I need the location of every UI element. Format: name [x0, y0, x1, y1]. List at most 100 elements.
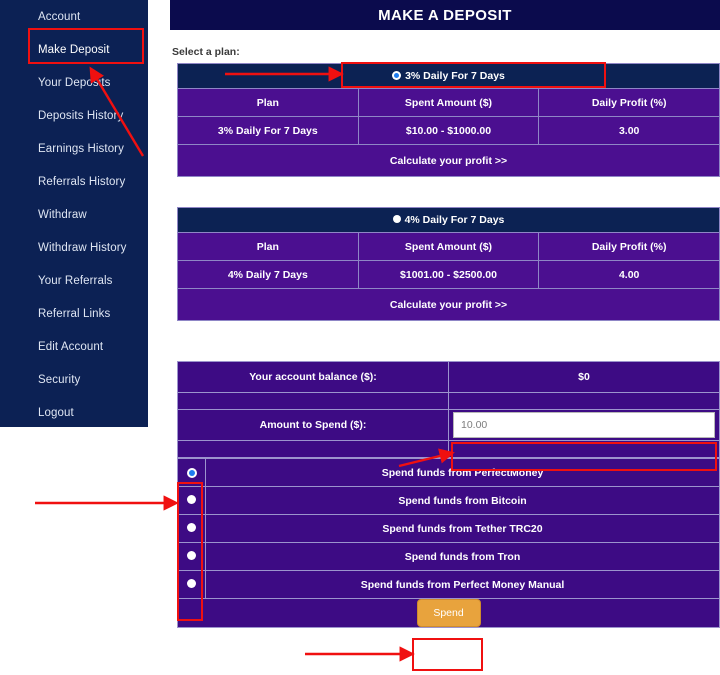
sidebar-item-label: Withdraw History: [38, 241, 127, 254]
spacer-cell: [448, 440, 720, 458]
payment-methods-table: Spend funds from PerfectMoney Spend fund…: [177, 458, 720, 628]
sidebar: Account Make Deposit Your Deposits Depos…: [0, 0, 148, 427]
calculate-profit-row-1[interactable]: Calculate your profit >>: [177, 144, 720, 177]
sidebar-item-label: Account: [38, 10, 81, 23]
plan-name-2: 4% Daily 7 Days: [177, 260, 359, 289]
payment-label-perfect-money-manual[interactable]: Spend funds from Perfect Money Manual: [205, 570, 720, 599]
column-header-daily-profit: Daily Profit (%): [538, 232, 720, 261]
sidebar-item-label: Your Referrals: [38, 274, 113, 287]
plan-columns-row-2: Plan Spent Amount ($) Daily Profit (%): [177, 232, 720, 261]
sidebar-item-referral-links[interactable]: Referral Links: [0, 297, 148, 330]
list-item[interactable]: Spend funds from Perfect Money Manual: [177, 570, 720, 599]
payment-label-perfectmoney[interactable]: Spend funds from PerfectMoney: [205, 458, 720, 487]
payment-radio-cell-perfectmoney[interactable]: [177, 458, 206, 487]
account-balance-label: Your account balance ($):: [177, 361, 449, 393]
plan-selector-row-2[interactable]: 4% Daily For 7 Days: [177, 207, 720, 233]
plan-daily-profit-2: 4.00: [538, 260, 720, 289]
sidebar-item-label: Earnings History: [38, 142, 124, 155]
page-title-text: MAKE A DEPOSIT: [378, 6, 512, 24]
sidebar-item-earnings-history[interactable]: Earnings History: [0, 132, 148, 165]
amount-to-spend-label: Amount to Spend ($):: [177, 409, 449, 441]
sidebar-item-label: Deposits History: [38, 109, 124, 122]
sidebar-item-label: Make Deposit: [38, 43, 110, 56]
amount-input[interactable]: [453, 412, 715, 438]
column-header-spent-amount: Spent Amount ($): [357, 232, 540, 261]
plan-spent-amount-1: $10.00 - $1000.00: [357, 116, 540, 145]
payment-label-bitcoin[interactable]: Spend funds from Bitcoin: [205, 486, 720, 515]
plan-spent-amount-2: $1001.00 - $2500.00: [357, 260, 540, 289]
account-table: Your account balance ($): $0 Amount to S…: [177, 361, 720, 458]
radio-selected-icon[interactable]: [188, 469, 195, 476]
sidebar-item-your-deposits[interactable]: Your Deposits: [0, 66, 148, 99]
calculate-profit-link-1[interactable]: Calculate your profit >>: [177, 144, 720, 177]
spacer-cell: [448, 392, 720, 410]
sidebar-item-withdraw-history[interactable]: Withdraw History: [0, 231, 148, 264]
payment-radio-cell-bitcoin[interactable]: [177, 486, 206, 515]
spacer-cell: [177, 392, 449, 410]
sidebar-item-security[interactable]: Security: [0, 363, 148, 396]
sidebar-item-make-deposit[interactable]: Make Deposit: [0, 33, 148, 66]
table-row: 3% Daily For 7 Days $10.00 - $1000.00 3.…: [177, 116, 720, 145]
plan-selector-label-2: 4% Daily For 7 Days: [404, 214, 505, 226]
column-header-plan: Plan: [177, 88, 359, 117]
sidebar-item-deposits-history[interactable]: Deposits History: [0, 99, 148, 132]
page-root: Account Make Deposit Your Deposits Depos…: [0, 0, 720, 675]
column-header-spent-amount: Spent Amount ($): [357, 88, 540, 117]
plan-table-1: 3% Daily For 7 Days Plan Spent Amount ($…: [177, 63, 720, 177]
plan-selector-cell-2[interactable]: 4% Daily For 7 Days: [177, 207, 720, 233]
plan-daily-profit-1: 3.00: [538, 116, 720, 145]
sidebar-item-edit-account[interactable]: Edit Account: [0, 330, 148, 363]
sidebar-item-withdraw[interactable]: Withdraw: [0, 198, 148, 231]
spend-button-cell: Spend: [177, 598, 720, 628]
list-item[interactable]: Spend funds from Tether TRC20: [177, 514, 720, 543]
select-plan-label: Select a plan:: [172, 46, 240, 58]
amount-to-spend-cell[interactable]: [448, 409, 720, 441]
column-header-daily-profit: Daily Profit (%): [538, 88, 720, 117]
payment-radio-cell-tron[interactable]: [177, 542, 206, 571]
plan-columns-row-1: Plan Spent Amount ($) Daily Profit (%): [177, 88, 720, 117]
sidebar-item-label: Referral Links: [38, 307, 111, 320]
radio-selected-icon[interactable]: [394, 72, 400, 78]
sidebar-item-referrals-history[interactable]: Referrals History: [0, 165, 148, 198]
sidebar-item-label: Edit Account: [38, 340, 104, 353]
calculate-profit-row-2[interactable]: Calculate your profit >>: [177, 288, 720, 321]
calculate-profit-link-2[interactable]: Calculate your profit >>: [177, 288, 720, 321]
spend-button-row: Spend: [177, 598, 720, 628]
account-balance-value: $0: [448, 361, 720, 393]
payment-radio-cell-perfect-money-manual[interactable]: [177, 570, 206, 599]
plan-selector-cell-1[interactable]: 3% Daily For 7 Days: [177, 63, 720, 89]
list-item[interactable]: Spend funds from Tron: [177, 542, 720, 571]
column-header-plan: Plan: [177, 232, 359, 261]
payment-label-tron[interactable]: Spend funds from Tron: [205, 542, 720, 571]
list-item[interactable]: Spend funds from PerfectMoney: [177, 458, 720, 487]
list-item[interactable]: Spend funds from Bitcoin: [177, 486, 720, 515]
radio-unselected-icon[interactable]: [392, 215, 401, 224]
table-row: 4% Daily 7 Days $1001.00 - $2500.00 4.00: [177, 260, 720, 289]
plan-table-2: 4% Daily For 7 Days Plan Spent Amount ($…: [177, 207, 720, 321]
spacer-row: [177, 440, 720, 458]
account-balance-row: Your account balance ($): $0: [177, 361, 720, 393]
plan-selector-row-1[interactable]: 3% Daily For 7 Days: [177, 63, 720, 89]
sidebar-item-label: Security: [38, 373, 81, 386]
page-title: MAKE A DEPOSIT: [170, 0, 720, 30]
radio-unselected-icon[interactable]: [187, 578, 196, 588]
spacer-row: [177, 392, 720, 410]
radio-unselected-icon[interactable]: [187, 494, 196, 504]
sidebar-item-label: Logout: [38, 406, 74, 419]
payment-label-tether-trc20[interactable]: Spend funds from Tether TRC20: [205, 514, 720, 543]
sidebar-item-label: Your Deposits: [38, 76, 111, 89]
payment-radio-cell-tether-trc20[interactable]: [177, 514, 206, 543]
main-content: MAKE A DEPOSIT Select a plan: 3% Daily F…: [170, 0, 720, 675]
plan-selector-label-1: 3% Daily For 7 Days: [405, 70, 505, 82]
sidebar-item-your-referrals[interactable]: Your Referrals: [0, 264, 148, 297]
radio-unselected-icon[interactable]: [187, 522, 196, 532]
spend-button[interactable]: Spend: [416, 599, 481, 627]
plan-name-1: 3% Daily For 7 Days: [177, 116, 359, 145]
sidebar-item-account[interactable]: Account: [0, 0, 148, 33]
sidebar-item-logout[interactable]: Logout: [0, 396, 148, 429]
sidebar-item-label: Referrals History: [38, 175, 126, 188]
spacer-cell: [177, 440, 449, 458]
amount-to-spend-row: Amount to Spend ($):: [177, 409, 720, 441]
radio-unselected-icon[interactable]: [187, 550, 196, 560]
sidebar-item-label: Withdraw: [38, 208, 87, 221]
